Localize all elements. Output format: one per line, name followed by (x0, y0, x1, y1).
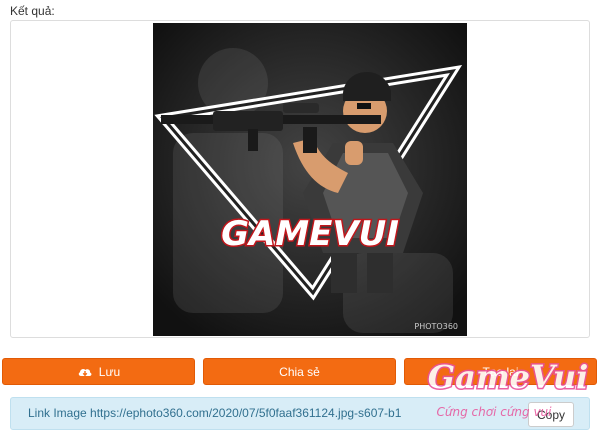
result-image[interactable]: GAMEVUI PHOTO360 (153, 23, 467, 336)
share-label: Chia sẻ (279, 364, 320, 379)
link-url[interactable]: https://ephoto360.com/2020/07/5f0faaf361… (90, 406, 401, 420)
share-button[interactable]: Chia sẻ (203, 358, 396, 385)
credit-text: PHOTO360 (414, 322, 458, 331)
result-box: GAMEVUI PHOTO360 (10, 20, 590, 338)
recreate-label: Tạo lại (482, 364, 519, 379)
link-prefix: Link Image (28, 406, 87, 420)
cloud-download-icon (78, 368, 92, 376)
recreate-button[interactable]: Tạo lại (404, 358, 597, 385)
image-link-bar: Link Image https://ephoto360.com/2020/07… (10, 397, 590, 430)
copy-button[interactable]: Copy (528, 402, 574, 427)
result-label: Kết quả: (10, 4, 55, 18)
logo-text: GAMEVUI (221, 214, 399, 254)
save-button[interactable]: Lưu (2, 358, 195, 385)
image-link-text: Link Image https://ephoto360.com/2020/07… (28, 406, 401, 420)
save-label: Lưu (98, 364, 121, 379)
